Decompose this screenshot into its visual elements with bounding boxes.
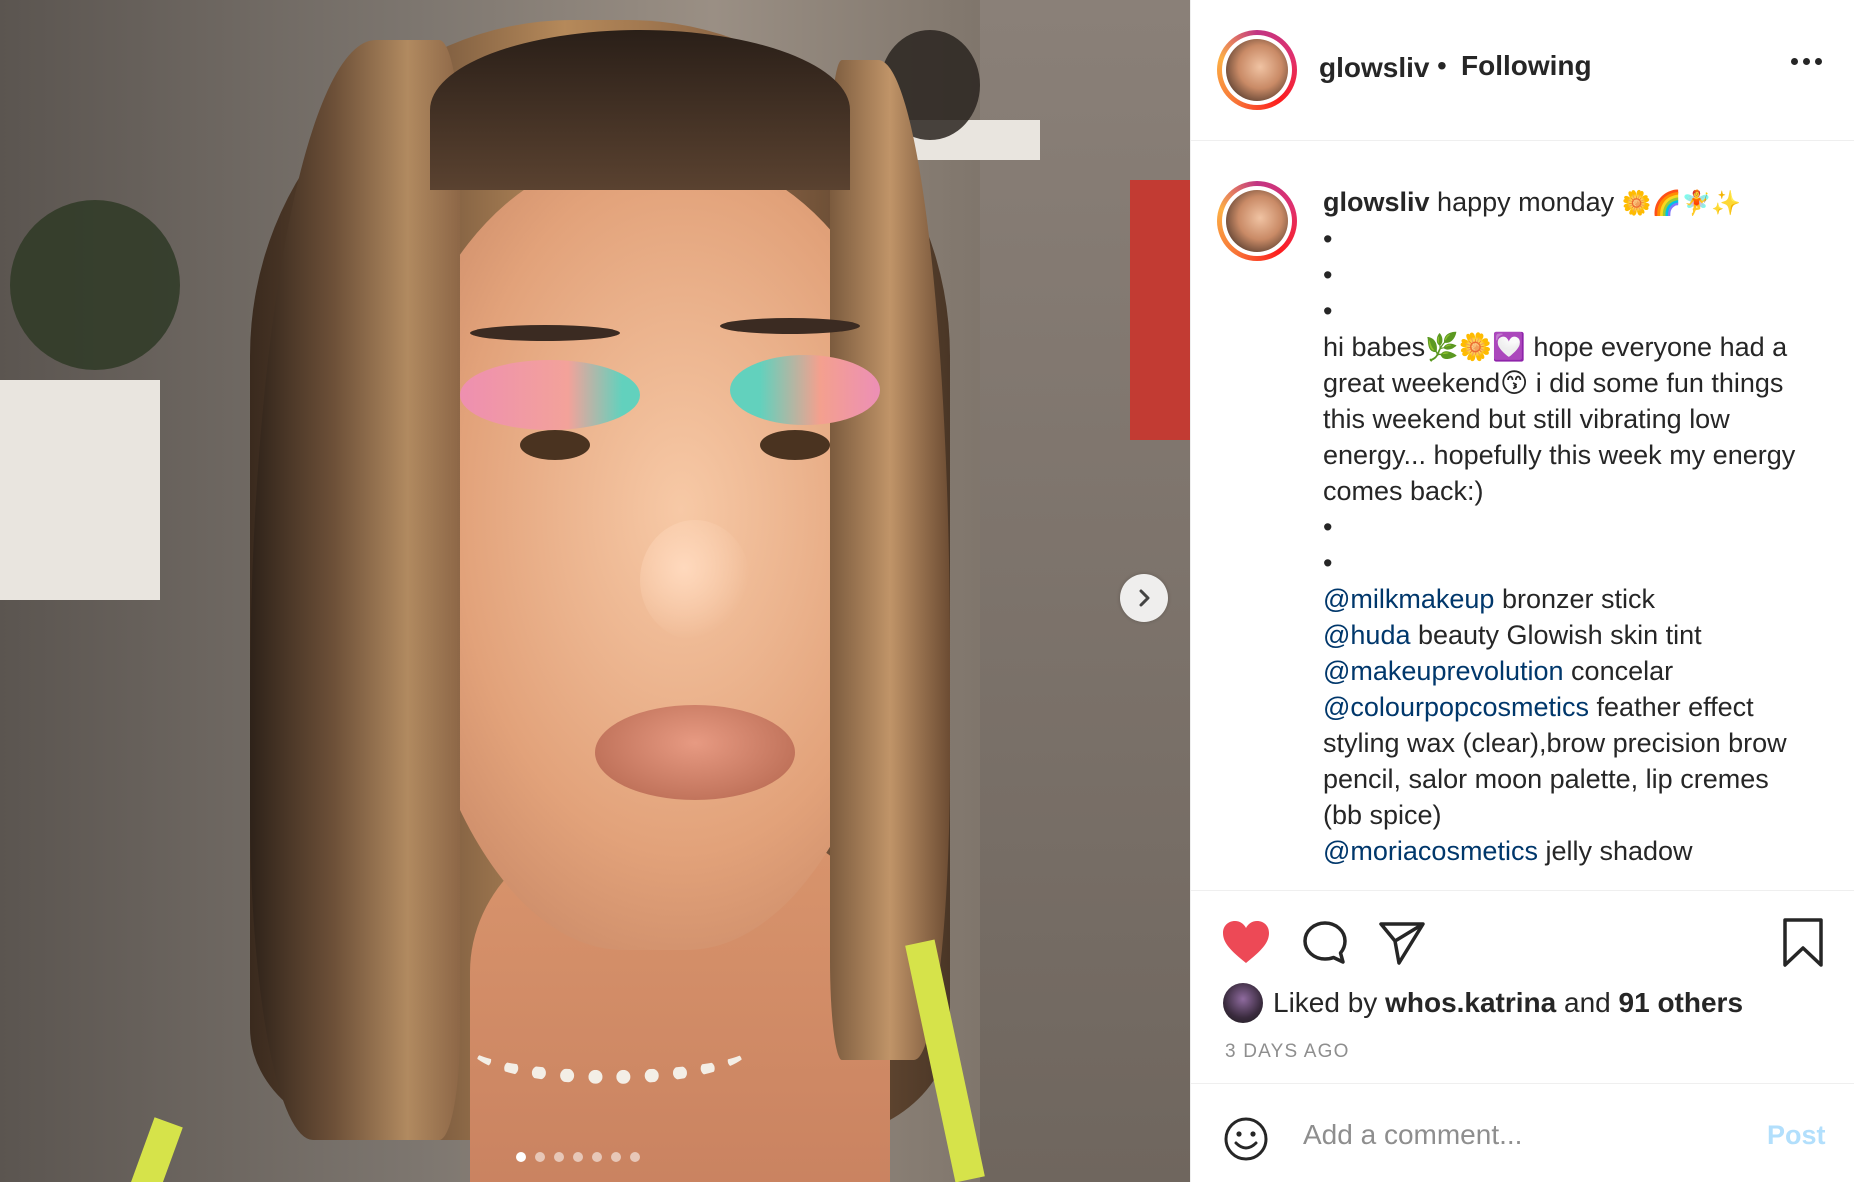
liker-username[interactable]: whos.katrina [1385,987,1556,1018]
photo-shelf [0,380,160,600]
carousel-dot [592,1152,602,1162]
caption-line: • [1323,512,1333,542]
liked-by-row: Liked by whos.katrina and 91 others [1223,983,1743,1023]
photo-hair-left [250,40,460,1140]
post-photo[interactable] [0,0,1190,1182]
more-options-icon[interactable] [1791,58,1822,65]
carousel-next-button[interactable] [1120,574,1168,622]
photo-lips [595,705,795,800]
carousel-indicator [516,1152,640,1162]
caption-line: • [1323,296,1333,326]
caption-line: comes back:) [1323,476,1484,506]
photo-hair-right [830,60,950,1060]
photo-hair-top [430,30,850,190]
post-header: glowsliv • Following [1191,0,1854,141]
photo-left-eye [520,430,590,460]
photo-left-eyeshadow [460,360,640,430]
mention-link[interactable]: @milkmakeup [1323,584,1494,614]
caption-line: • [1323,548,1333,578]
comment-bubble-icon[interactable] [1301,919,1349,967]
photo-left-brow [470,325,620,341]
mention-link[interactable]: @colourpopcosmetics [1323,692,1589,722]
mention-link[interactable]: @moriacosmetics [1323,836,1538,866]
photo-right-brow [720,318,860,334]
photo-right-eye [760,430,830,460]
caption-line: • [1323,260,1333,290]
mention-link[interactable]: @huda [1323,620,1410,650]
caption-line: pencil, salor moon palette, lip cremes [1323,764,1769,794]
carousel-dot [630,1152,640,1162]
post-timestamp[interactable]: 3 DAYS AGO [1225,1041,1350,1063]
post-actions: Liked by whos.katrina and 91 others 3 DA… [1191,890,1854,1091]
photo-pearl-necklace [470,1010,750,1084]
caption-mention-line: @huda beauty Glowish skin tint [1323,620,1702,650]
carousel-dot [611,1152,621,1162]
caption-line: energy... hopefully this week my energy [1323,440,1796,470]
liked-by-text: Liked by whos.katrina and 91 others [1273,987,1744,1018]
caption-line: this weekend but still vibrating low [1323,404,1730,434]
mention-link[interactable]: @makeuprevolution [1323,656,1564,686]
photo-red-frame [1130,180,1190,440]
bookmark-icon[interactable] [1781,917,1825,969]
carousel-dot [516,1152,526,1162]
liker-avatar[interactable] [1223,983,1263,1023]
caption-area[interactable]: glowsliv happy monday 🌼🌈🧚✨ • • • hi babe… [1191,141,1854,889]
carousel-dot [554,1152,564,1162]
heart-filled-icon[interactable] [1221,919,1271,965]
caption-emoji: 🌼🌈🧚✨ [1621,189,1742,217]
following-button[interactable]: Following [1461,50,1592,82]
caption-line: (bb spice) [1323,800,1442,830]
paper-plane-icon[interactable] [1377,919,1427,967]
header-separator: • [1437,50,1447,81]
caption-line: hi babes🌿🌼💟 hope everyone had a [1323,332,1788,362]
photo-top-strap [127,1117,183,1182]
photo-right-eyeshadow [730,355,880,425]
caption-mention-line: @colourpopcosmetics feather effect [1323,692,1754,722]
likes-count-link[interactable]: 91 others [1619,987,1744,1018]
carousel-dot [535,1152,545,1162]
caption-username[interactable]: glowsliv [1323,187,1430,217]
smiley-icon[interactable] [1223,1116,1269,1162]
caption-line: • [1323,224,1333,254]
chevron-right-icon [1139,589,1150,607]
caption-line: great weekend😙 i did some fun things [1323,368,1784,398]
caption-avatar[interactable] [1217,181,1297,261]
photo-plant [10,200,180,370]
post-comment-button[interactable]: Post [1767,1120,1826,1151]
caption-first-line: glowsliv happy monday 🌼🌈🧚✨ [1323,184,1843,221]
carousel-dot [573,1152,583,1162]
caption-line: styling wax (clear),brow precision brow [1323,728,1787,758]
caption-first-text: happy monday [1437,187,1615,217]
post-caption: glowsliv happy monday 🌼🌈🧚✨ • • • hi babe… [1323,184,1843,869]
comment-box: Post [1191,1083,1854,1183]
comment-input[interactable] [1301,1112,1735,1158]
caption-mention-line: @makeuprevolution concelar [1323,656,1674,686]
caption-mention-line: @moriacosmetics jelly shadow [1323,836,1693,866]
photo-nose [640,520,750,640]
author-avatar[interactable] [1217,30,1297,110]
caption-mention-line: @milkmakeup bronzer stick [1323,584,1656,614]
post-side-panel: glowsliv • Following glowsliv happy mond… [1190,0,1854,1182]
author-username[interactable]: glowsliv [1319,52,1429,84]
